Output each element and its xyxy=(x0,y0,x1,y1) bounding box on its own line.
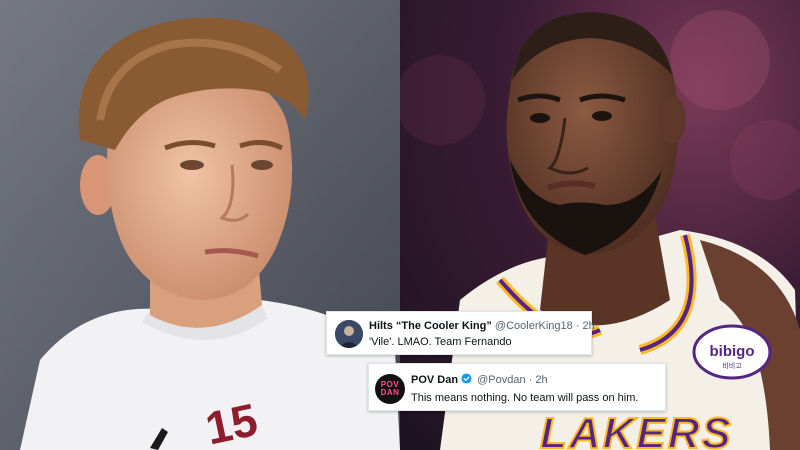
tweet-header: POV Dan @Povdan · 2h xyxy=(411,373,548,387)
timestamp[interactable]: 2h xyxy=(583,320,595,332)
left-player-illustration: 15 xyxy=(0,0,400,450)
tweet-card[interactable]: Hilts “The Cooler King” @CoolerKing18 · … xyxy=(326,311,595,355)
handle[interactable]: @CoolerKing18 xyxy=(495,320,573,332)
display-name[interactable]: POV Dan xyxy=(411,374,458,386)
tweet-text: This means nothing. No team will pass on… xyxy=(411,392,639,404)
display-name[interactable]: Hilts “The Cooler King” xyxy=(369,320,492,332)
tweet-card[interactable]: POV DAN POV Dan @Povdan · 2h This means … xyxy=(368,363,666,411)
tweet-header: Hilts “The Cooler King” @CoolerKing18 · … xyxy=(369,319,595,333)
avatar-text: POV DAN xyxy=(381,381,400,397)
lakers-wordmark: LAKERS xyxy=(540,409,733,450)
bibigo-patch-subtext: 비비고 xyxy=(722,361,742,370)
user-photo-avatar-icon xyxy=(335,320,363,348)
left-jersey-number: 15 xyxy=(201,393,262,450)
timestamp[interactable]: 2h xyxy=(535,374,547,386)
avatar[interactable]: POV DAN xyxy=(375,374,405,404)
bibigo-patch-text: bibigo xyxy=(710,343,755,360)
handle[interactable]: @Povdan xyxy=(477,374,525,386)
separator: · xyxy=(575,320,580,332)
avatar-text-line: DAN xyxy=(380,388,400,397)
verified-badge-icon xyxy=(461,373,472,384)
avatar[interactable] xyxy=(335,320,363,348)
left-player-photo: 15 xyxy=(0,0,400,450)
separator: · xyxy=(528,374,533,386)
tweet-text: 'Vile'. LMAO. Team Fernando xyxy=(369,336,512,348)
